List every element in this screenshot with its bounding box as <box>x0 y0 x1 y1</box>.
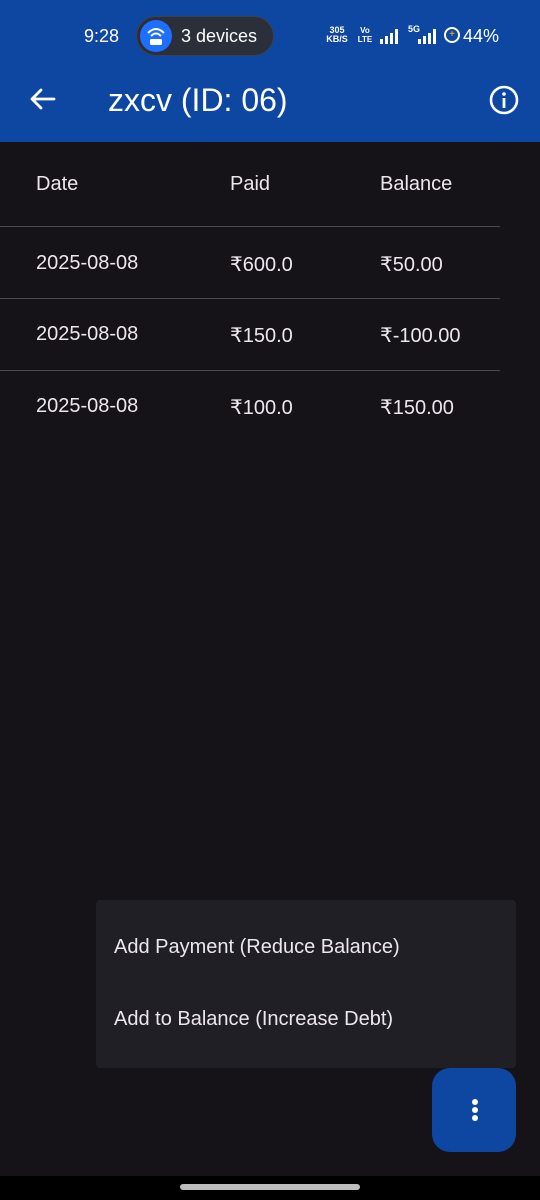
more-options-fab[interactable] <box>432 1068 516 1152</box>
hotspot-label: 3 devices <box>181 26 258 46</box>
app-bar: 9:28 3 devices 305 KB/S Vo LTE 5G + 44% … <box>0 0 540 142</box>
net-speed-unit: KB/S <box>326 34 348 44</box>
menu-item-label: Add Payment (Reduce Balance) <box>114 936 400 958</box>
menu-item-add-to-balance[interactable]: Add to Balance (Increase Debt) <box>96 984 516 1056</box>
signal-strength-5g-icon <box>418 29 436 44</box>
header-date: Date <box>36 173 79 195</box>
cell-date: 2025-08-08 <box>36 395 139 417</box>
cell-date: 2025-08-08 <box>36 252 139 274</box>
header-balance: Balance <box>380 173 453 195</box>
page-title: zxcv (ID: 06) <box>108 82 288 118</box>
gesture-handle[interactable] <box>180 1184 360 1190</box>
info-icon[interactable] <box>488 84 520 116</box>
status-bar: 9:28 3 devices 305 KB/S Vo LTE 5G + 44% <box>0 0 540 72</box>
hotspot-chip[interactable]: 3 devices <box>136 16 274 56</box>
cell-date: 2025-08-08 <box>36 323 139 345</box>
header-paid: Paid <box>230 173 271 195</box>
system-nav-bar <box>0 1176 540 1200</box>
menu-item-add-payment[interactable]: Add Payment (Reduce Balance) <box>96 912 516 984</box>
wifi-hotspot-icon <box>140 20 172 52</box>
cell-paid: ₹100.0 <box>230 397 293 419</box>
volte-bottom: LTE <box>357 35 373 44</box>
cell-paid: ₹600.0 <box>230 254 293 276</box>
row-divider <box>0 298 500 299</box>
battery-percent: 44% <box>463 26 500 46</box>
cell-balance: ₹150.00 <box>380 397 454 419</box>
cell-balance: ₹-100.00 <box>380 325 461 347</box>
volte-top: Vo <box>360 26 370 35</box>
battery-saver-icon: + <box>444 27 460 43</box>
cell-paid: ₹150.0 <box>230 325 293 347</box>
status-time: 9:28 <box>84 26 120 46</box>
cell-balance: ₹50.00 <box>380 254 443 276</box>
net-speed-indicator: 305 KB/S <box>326 26 348 44</box>
row-divider <box>0 370 500 371</box>
header-divider <box>0 226 500 227</box>
menu-item-label: Add to Balance (Increase Debt) <box>114 1008 394 1030</box>
back-arrow-icon[interactable] <box>28 84 58 114</box>
volte-indicator: Vo LTE <box>354 26 376 44</box>
action-menu: Add Payment (Reduce Balance) Add to Bala… <box>96 900 516 1068</box>
signal-strength-icon <box>380 29 398 44</box>
